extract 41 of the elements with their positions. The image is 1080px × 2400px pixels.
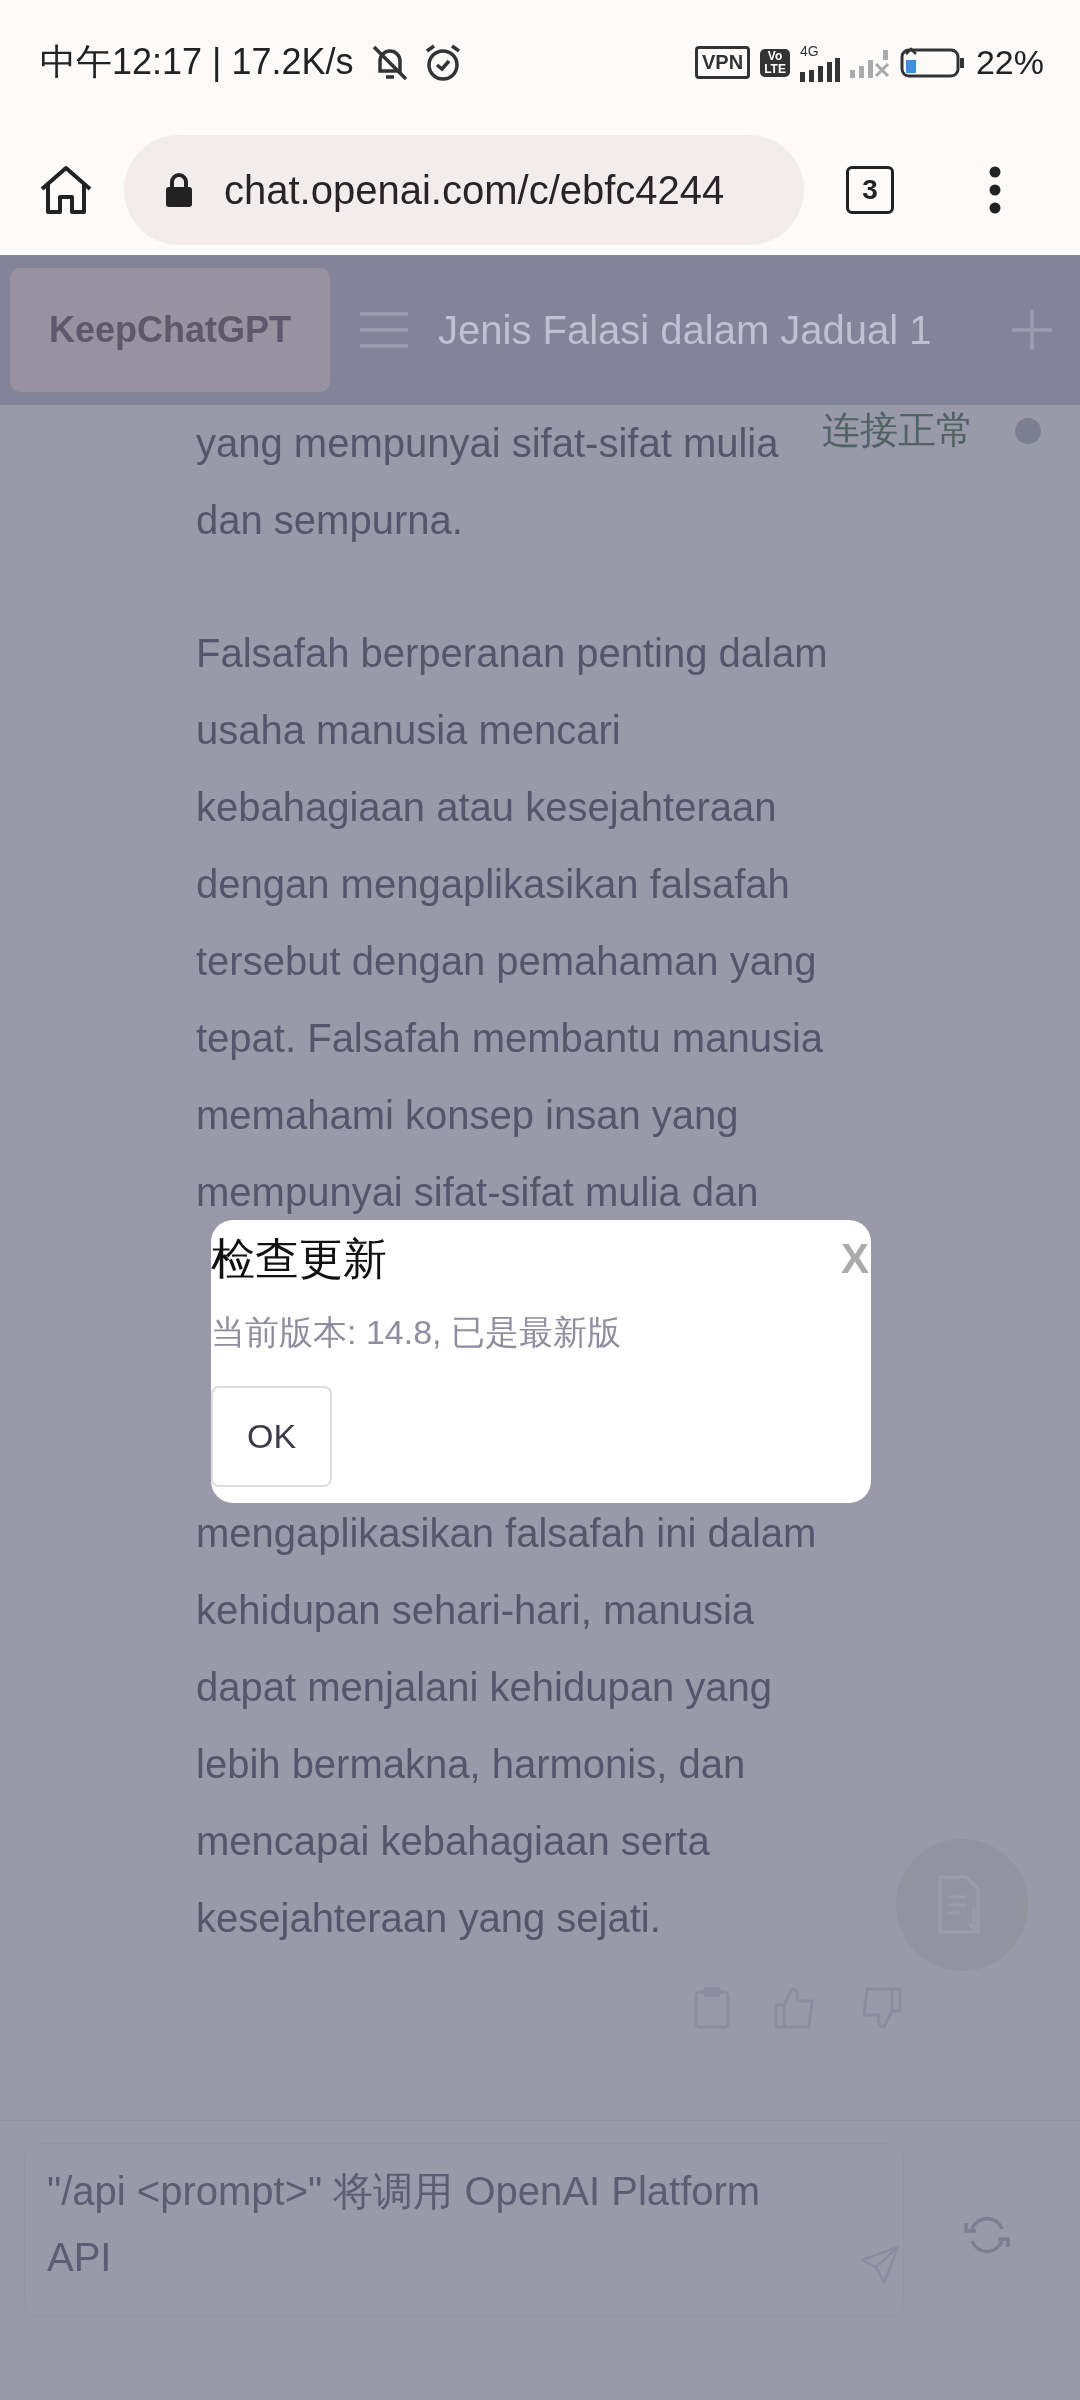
ok-button[interactable]: OK (211, 1386, 332, 1487)
home-icon[interactable] (38, 165, 94, 215)
battery-icon (899, 45, 966, 80)
message-text: usaha manusia mencari (196, 707, 621, 754)
lock-icon (164, 172, 194, 208)
message-text: dengan mengaplikasikan falsafah (196, 861, 790, 908)
prompt-input[interactable]: "/api <prompt>" 将调用 OpenAI Platform API (24, 2143, 904, 2317)
no-signal-icon (849, 47, 890, 78)
refresh-icon[interactable] (964, 2215, 1010, 2255)
status-time: 中午12:17 | 17.2K/s (40, 40, 354, 84)
chat-title: Jenis Falasi dalam Jadual 1 (438, 307, 933, 353)
message-text: tersebut dengan pemahaman yang (196, 938, 817, 985)
vpn-badge: VPN (695, 46, 751, 79)
dialog-title: 检查更新 (211, 1232, 387, 1285)
address-bar[interactable]: chat.openai.com/c/ebfc4244 (124, 135, 804, 245)
message-text: dan sempurna. (196, 497, 463, 544)
message-text: mencapai kebahagiaan serta (196, 1818, 710, 1865)
menu-icon[interactable] (358, 310, 410, 350)
dialog-message: 当前版本: 14.8, 已是最新版 (211, 1312, 621, 1353)
message-text: kesejahteraan yang sejati. (196, 1895, 661, 1942)
message-text: dapat menjalani kehidupan yang (196, 1664, 772, 1711)
volte-text: Vo (767, 49, 783, 63)
network-type: 4G (799, 43, 819, 58)
message-text: mempunyai sifat-sifat mulia dan (196, 1169, 759, 1216)
battery-percentage: 22% (975, 43, 1044, 82)
message-text: mengaplikasikan falsafah ini dalam (196, 1510, 817, 1557)
message-text: lebih bermakna, harmonis, dan (196, 1741, 746, 1788)
message-text: kehidupan sehari-hari, manusia (196, 1587, 755, 1634)
tab-count-button[interactable]: 3 (846, 166, 894, 214)
url-text: chat.openai.com/c/ebfc4244 (224, 167, 725, 213)
signal-icon (799, 57, 840, 82)
more-menu-icon[interactable] (988, 166, 1002, 214)
message-text: tepat. Falsafah membantu manusia (196, 1015, 823, 1062)
message-text: yang mempunyai sifat-sifat mulia (196, 420, 779, 467)
message-text: memahami konsep insan yang (196, 1092, 739, 1139)
message-text: kebahagiaan atau kesejahteraan (196, 784, 777, 831)
volte-text: LTE (764, 62, 786, 76)
connection-status: 连接正常 (822, 408, 974, 453)
status-dot-icon (1014, 416, 1042, 445)
message-text: Falsafah berperanan penting dalam (196, 630, 828, 677)
plus-icon[interactable] (1010, 308, 1054, 352)
